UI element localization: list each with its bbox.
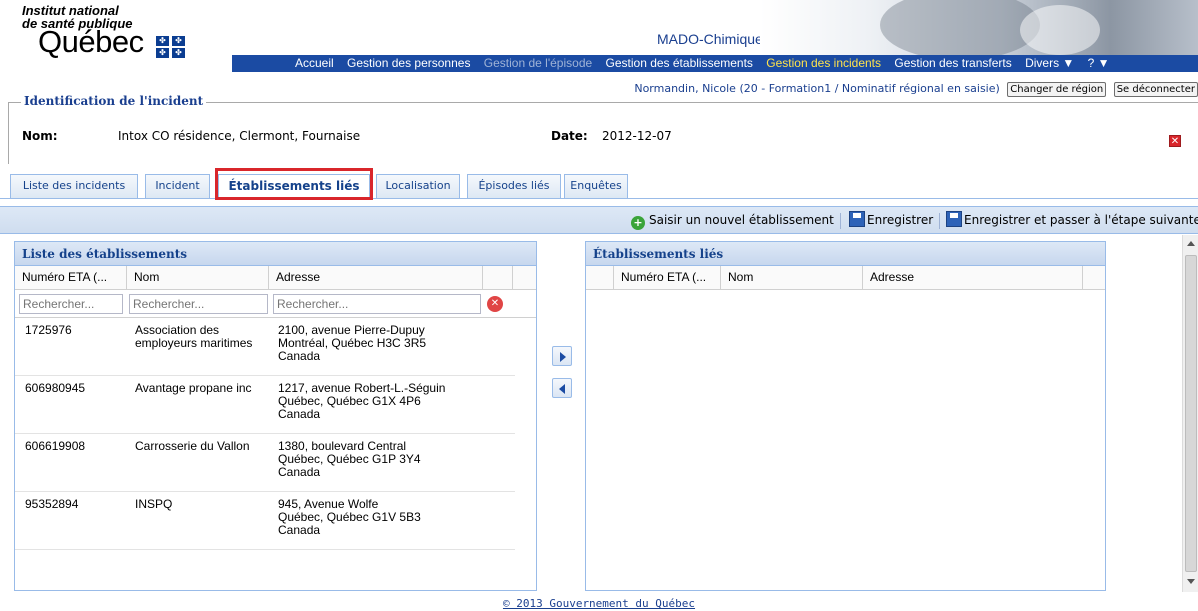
- tab-enquetes[interactable]: Enquêtes: [564, 174, 628, 198]
- date-label: Date:: [551, 129, 588, 143]
- row-adresse: 1380, boulevard Central Québec, Québec G1…: [278, 439, 421, 479]
- establishment-list-title: Liste des établissements: [15, 242, 536, 266]
- nav-gestion-etablissements[interactable]: Gestion des établissements: [606, 55, 753, 72]
- app-title: MADO-Chimique: [657, 31, 763, 47]
- close-icon[interactable]: ✕: [1169, 135, 1181, 147]
- quebec-flag-icon: ✤ ✤ ✤ ✤: [156, 36, 186, 58]
- scroll-thumb[interactable]: [1185, 255, 1197, 572]
- row-nom: Carrosserie du Vallon: [135, 439, 250, 453]
- footer-copyright-link[interactable]: © 2013 Gouvernement du Québec: [0, 597, 1198, 610]
- establishment-row[interactable]: 1725976 Association des employeurs mariti…: [15, 318, 515, 376]
- logout-button[interactable]: Se déconnecter: [1113, 82, 1198, 97]
- search-row: ✕: [15, 290, 536, 318]
- column-nom[interactable]: Nom: [127, 266, 269, 290]
- row-nom: Association des employeurs maritimes: [135, 323, 253, 350]
- tab-liste-incidents[interactable]: Liste des incidents: [10, 174, 138, 198]
- save-button[interactable]: Enregistrer: [849, 207, 933, 233]
- arrow-left-icon: [559, 384, 565, 394]
- establishment-list-columns: Numéro ETA (... Nom Adresse: [15, 266, 536, 290]
- quebec-wordmark: Québec: [38, 24, 144, 59]
- row-eta: 606980945: [25, 381, 86, 395]
- tab-incident[interactable]: Incident: [145, 174, 210, 198]
- remove-from-linked-button[interactable]: [552, 378, 572, 398]
- search-adresse-input[interactable]: [273, 294, 481, 314]
- row-eta: 95352894: [25, 497, 79, 511]
- linked-establishments-panel: Établissements liés Numéro ETA (... Nom …: [585, 241, 1106, 591]
- nav-accueil[interactable]: Accueil: [295, 55, 334, 72]
- save-next-label: Enregistrer et passer à l'étape suivante: [964, 213, 1198, 227]
- tab-episodes-lies[interactable]: Épisodes liés: [467, 174, 561, 198]
- change-region-button[interactable]: Changer de région: [1007, 82, 1107, 97]
- search-nom-input[interactable]: [129, 294, 268, 314]
- nav-gestion-transferts[interactable]: Gestion des transferts: [894, 55, 1011, 72]
- row-adresse: 1217, avenue Robert-L.-Séguin Québec, Qué…: [278, 381, 446, 421]
- toolbar-separator: [939, 213, 940, 229]
- nom-label: Nom:: [22, 129, 58, 143]
- user-info-bar: Normandin, Nicole (20 - Formation1 / Nom…: [634, 82, 1198, 97]
- nav-gestion-personnes[interactable]: Gestion des personnes: [347, 55, 470, 72]
- column-numero-eta[interactable]: Numéro ETA (...: [15, 266, 127, 290]
- establishment-list-panel: Liste des établissements Numéro ETA (...…: [14, 241, 537, 591]
- add-icon: +: [631, 216, 645, 230]
- arrow-right-icon: [560, 352, 566, 362]
- tab-bar: Liste des incidents Incident Établisseme…: [0, 171, 1198, 199]
- toolbar-separator: [840, 213, 841, 229]
- search-eta-input[interactable]: [19, 294, 123, 314]
- clear-search-icon[interactable]: ✕: [487, 296, 503, 312]
- nav-gestion-incidents[interactable]: Gestion des incidents: [766, 55, 881, 72]
- main-nav: Accueil Gestion des personnes Gestion de…: [232, 55, 1198, 72]
- date-value: 2012-12-07: [602, 129, 672, 143]
- nav-divers-menu[interactable]: Divers ▼: [1025, 55, 1074, 72]
- column-actions: [483, 266, 513, 290]
- row-nom: INSPQ: [135, 497, 173, 511]
- header-photo: [760, 0, 1198, 55]
- column-adresse[interactable]: Adresse: [269, 266, 483, 290]
- page-scrollbar[interactable]: [1182, 235, 1198, 592]
- row-adresse: 2100, avenue Pierre-Dupuy Montréal, Québe…: [278, 323, 427, 363]
- establishment-row[interactable]: 606980945 Avantage propane inc 1217, ave…: [15, 376, 515, 434]
- user-info: Normandin, Nicole (20 - Formation1 / Nom…: [634, 82, 1000, 95]
- new-establishment-button[interactable]: + Saisir un nouvel établissement: [631, 207, 834, 233]
- identification-legend: Identification de l'incident: [21, 94, 207, 108]
- new-establishment-label: Saisir un nouvel établissement: [649, 213, 834, 227]
- save-next-button[interactable]: Enregistrer et passer à l'étape suivante: [946, 207, 1198, 233]
- save-icon: [946, 211, 962, 227]
- row-eta: 1725976: [25, 323, 72, 337]
- linked-establishments-title: Établissements liés: [586, 242, 1105, 266]
- active-tab-highlight: [215, 168, 373, 200]
- save-icon: [849, 211, 865, 227]
- tab-localisation[interactable]: Localisation: [376, 174, 460, 198]
- row-eta: 606619908: [25, 439, 86, 453]
- add-to-linked-button[interactable]: [552, 346, 572, 366]
- establishment-row[interactable]: 606619908 Carrosserie du Vallon 1380, bo…: [15, 434, 515, 492]
- nom-value: Intox CO résidence, Clermont, Fournaise: [118, 129, 361, 143]
- nav-help-menu[interactable]: ? ▼: [1088, 55, 1110, 72]
- toolbar: + Saisir un nouvel établissement Enregist…: [0, 206, 1198, 234]
- column-numero-eta[interactable]: Numéro ETA (...: [614, 266, 721, 290]
- column-adresse[interactable]: Adresse: [863, 266, 1083, 290]
- linked-establishments-columns: Numéro ETA (... Nom Adresse: [586, 266, 1105, 290]
- establishment-row[interactable]: 95352894 INSPQ 945, Avenue Wolfe Québec, …: [15, 492, 515, 550]
- scroll-down-icon[interactable]: [1187, 579, 1195, 584]
- row-nom: Avantage propane inc: [135, 381, 252, 395]
- save-label: Enregistrer: [867, 213, 934, 227]
- row-adresse: 945, Avenue Wolfe Québec, Québec G1V 5B3 C…: [278, 497, 421, 537]
- header: Institut national de santé publique Québ…: [0, 0, 1198, 105]
- column-select: [586, 266, 614, 290]
- scroll-up-icon[interactable]: [1187, 241, 1195, 246]
- nav-gestion-episode: Gestion de l'épisode: [483, 56, 593, 70]
- column-nom[interactable]: Nom: [721, 266, 863, 290]
